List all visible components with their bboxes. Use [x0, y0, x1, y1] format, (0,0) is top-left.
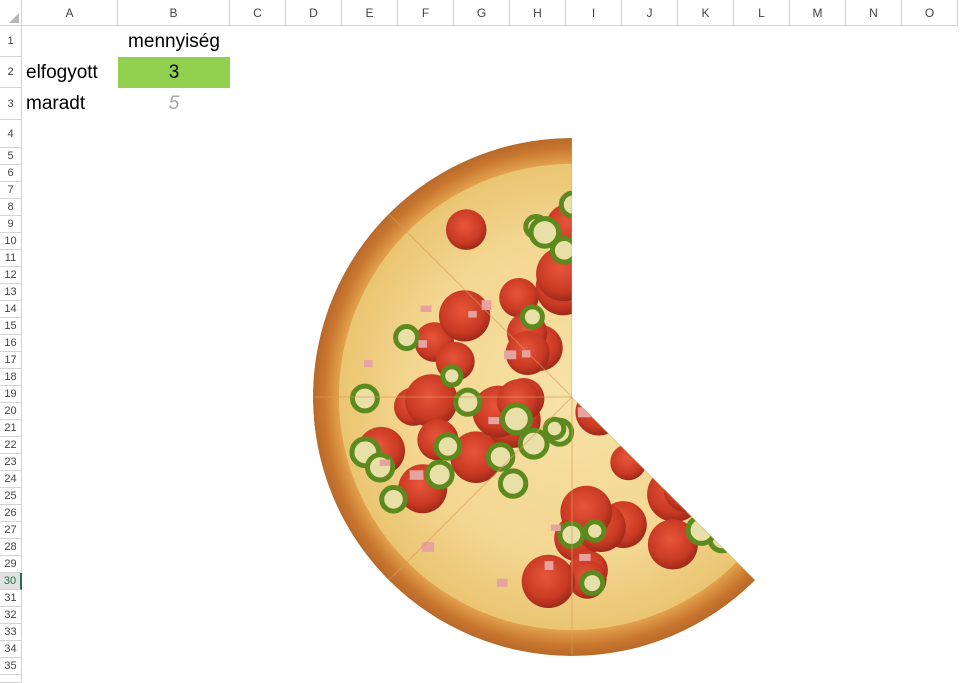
- pizza-pie-chart[interactable]: [0, 0, 969, 683]
- pie-slices: [313, 138, 831, 656]
